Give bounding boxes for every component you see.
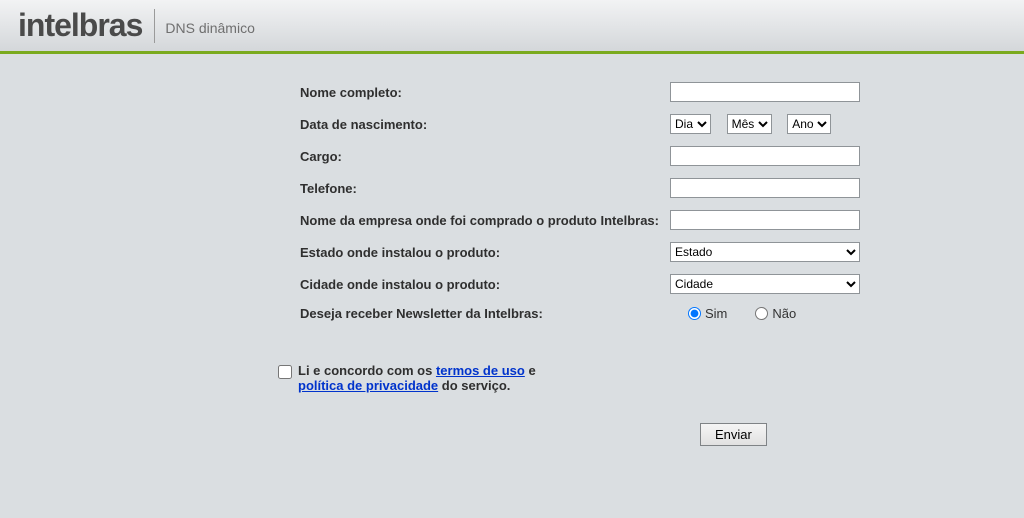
label-cargo: Cargo:	[300, 149, 670, 164]
row-data-nascimento: Data de nascimento: Dia Mês Ano	[300, 114, 1024, 134]
header: intelbras DNS dinâmico	[0, 0, 1024, 54]
label-cidade: Cidade onde instalou o produto:	[300, 277, 670, 292]
radio-nao-label: Não	[772, 306, 796, 321]
terms-row: Li e concordo com os termos de uso e pol…	[278, 363, 1024, 393]
select-cidade[interactable]: Cidade	[670, 274, 860, 294]
select-mes[interactable]: Mês	[727, 114, 772, 134]
row-cargo: Cargo:	[300, 146, 1024, 166]
label-telefone: Telefone:	[300, 181, 670, 196]
row-empresa: Nome da empresa onde foi comprado o prod…	[300, 210, 1024, 230]
submit-row: Enviar	[300, 423, 1024, 446]
label-estado: Estado onde instalou o produto:	[300, 245, 670, 260]
radio-sim[interactable]	[688, 307, 701, 320]
label-newsletter: Deseja receber Newsletter da Intelbras:	[300, 306, 670, 321]
input-empresa[interactable]	[670, 210, 860, 230]
terms-middle: e	[525, 363, 536, 378]
radio-sim-label: Sim	[705, 306, 727, 321]
label-nome: Nome completo:	[300, 85, 670, 100]
row-cidade: Cidade onde instalou o produto: Cidade	[300, 274, 1024, 294]
label-data-nascimento: Data de nascimento:	[300, 117, 670, 132]
row-newsletter: Deseja receber Newsletter da Intelbras: …	[300, 306, 1024, 321]
submit-button[interactable]: Enviar	[700, 423, 767, 446]
row-nome: Nome completo:	[300, 82, 1024, 102]
terms-suffix: do serviço.	[438, 378, 510, 393]
link-termos-uso[interactable]: termos de uso	[436, 363, 525, 378]
label-empresa: Nome da empresa onde foi comprado o prod…	[300, 213, 670, 228]
page-subtitle: DNS dinâmico	[165, 20, 254, 36]
link-politica-privacidade[interactable]: política de privacidade	[298, 378, 438, 393]
input-cargo[interactable]	[670, 146, 860, 166]
input-telefone[interactable]	[670, 178, 860, 198]
newsletter-radio-group: Sim Não	[670, 306, 796, 321]
terms-prefix: Li e concordo com os	[298, 363, 436, 378]
brand-logo: intelbras	[18, 7, 142, 44]
logo-separator	[154, 9, 155, 43]
select-estado[interactable]: Estado	[670, 242, 860, 262]
row-estado: Estado onde instalou o produto: Estado	[300, 242, 1024, 262]
select-dia[interactable]: Dia	[670, 114, 711, 134]
select-ano[interactable]: Ano	[787, 114, 831, 134]
checkbox-terms[interactable]	[278, 365, 292, 379]
form-area: Nome completo: Data de nascimento: Dia M…	[0, 54, 1024, 446]
row-telefone: Telefone:	[300, 178, 1024, 198]
radio-nao[interactable]	[755, 307, 768, 320]
radio-sim-item[interactable]: Sim	[688, 306, 727, 321]
terms-text: Li e concordo com os termos de uso e pol…	[298, 363, 536, 393]
input-nome[interactable]	[670, 82, 860, 102]
radio-nao-item[interactable]: Não	[755, 306, 796, 321]
